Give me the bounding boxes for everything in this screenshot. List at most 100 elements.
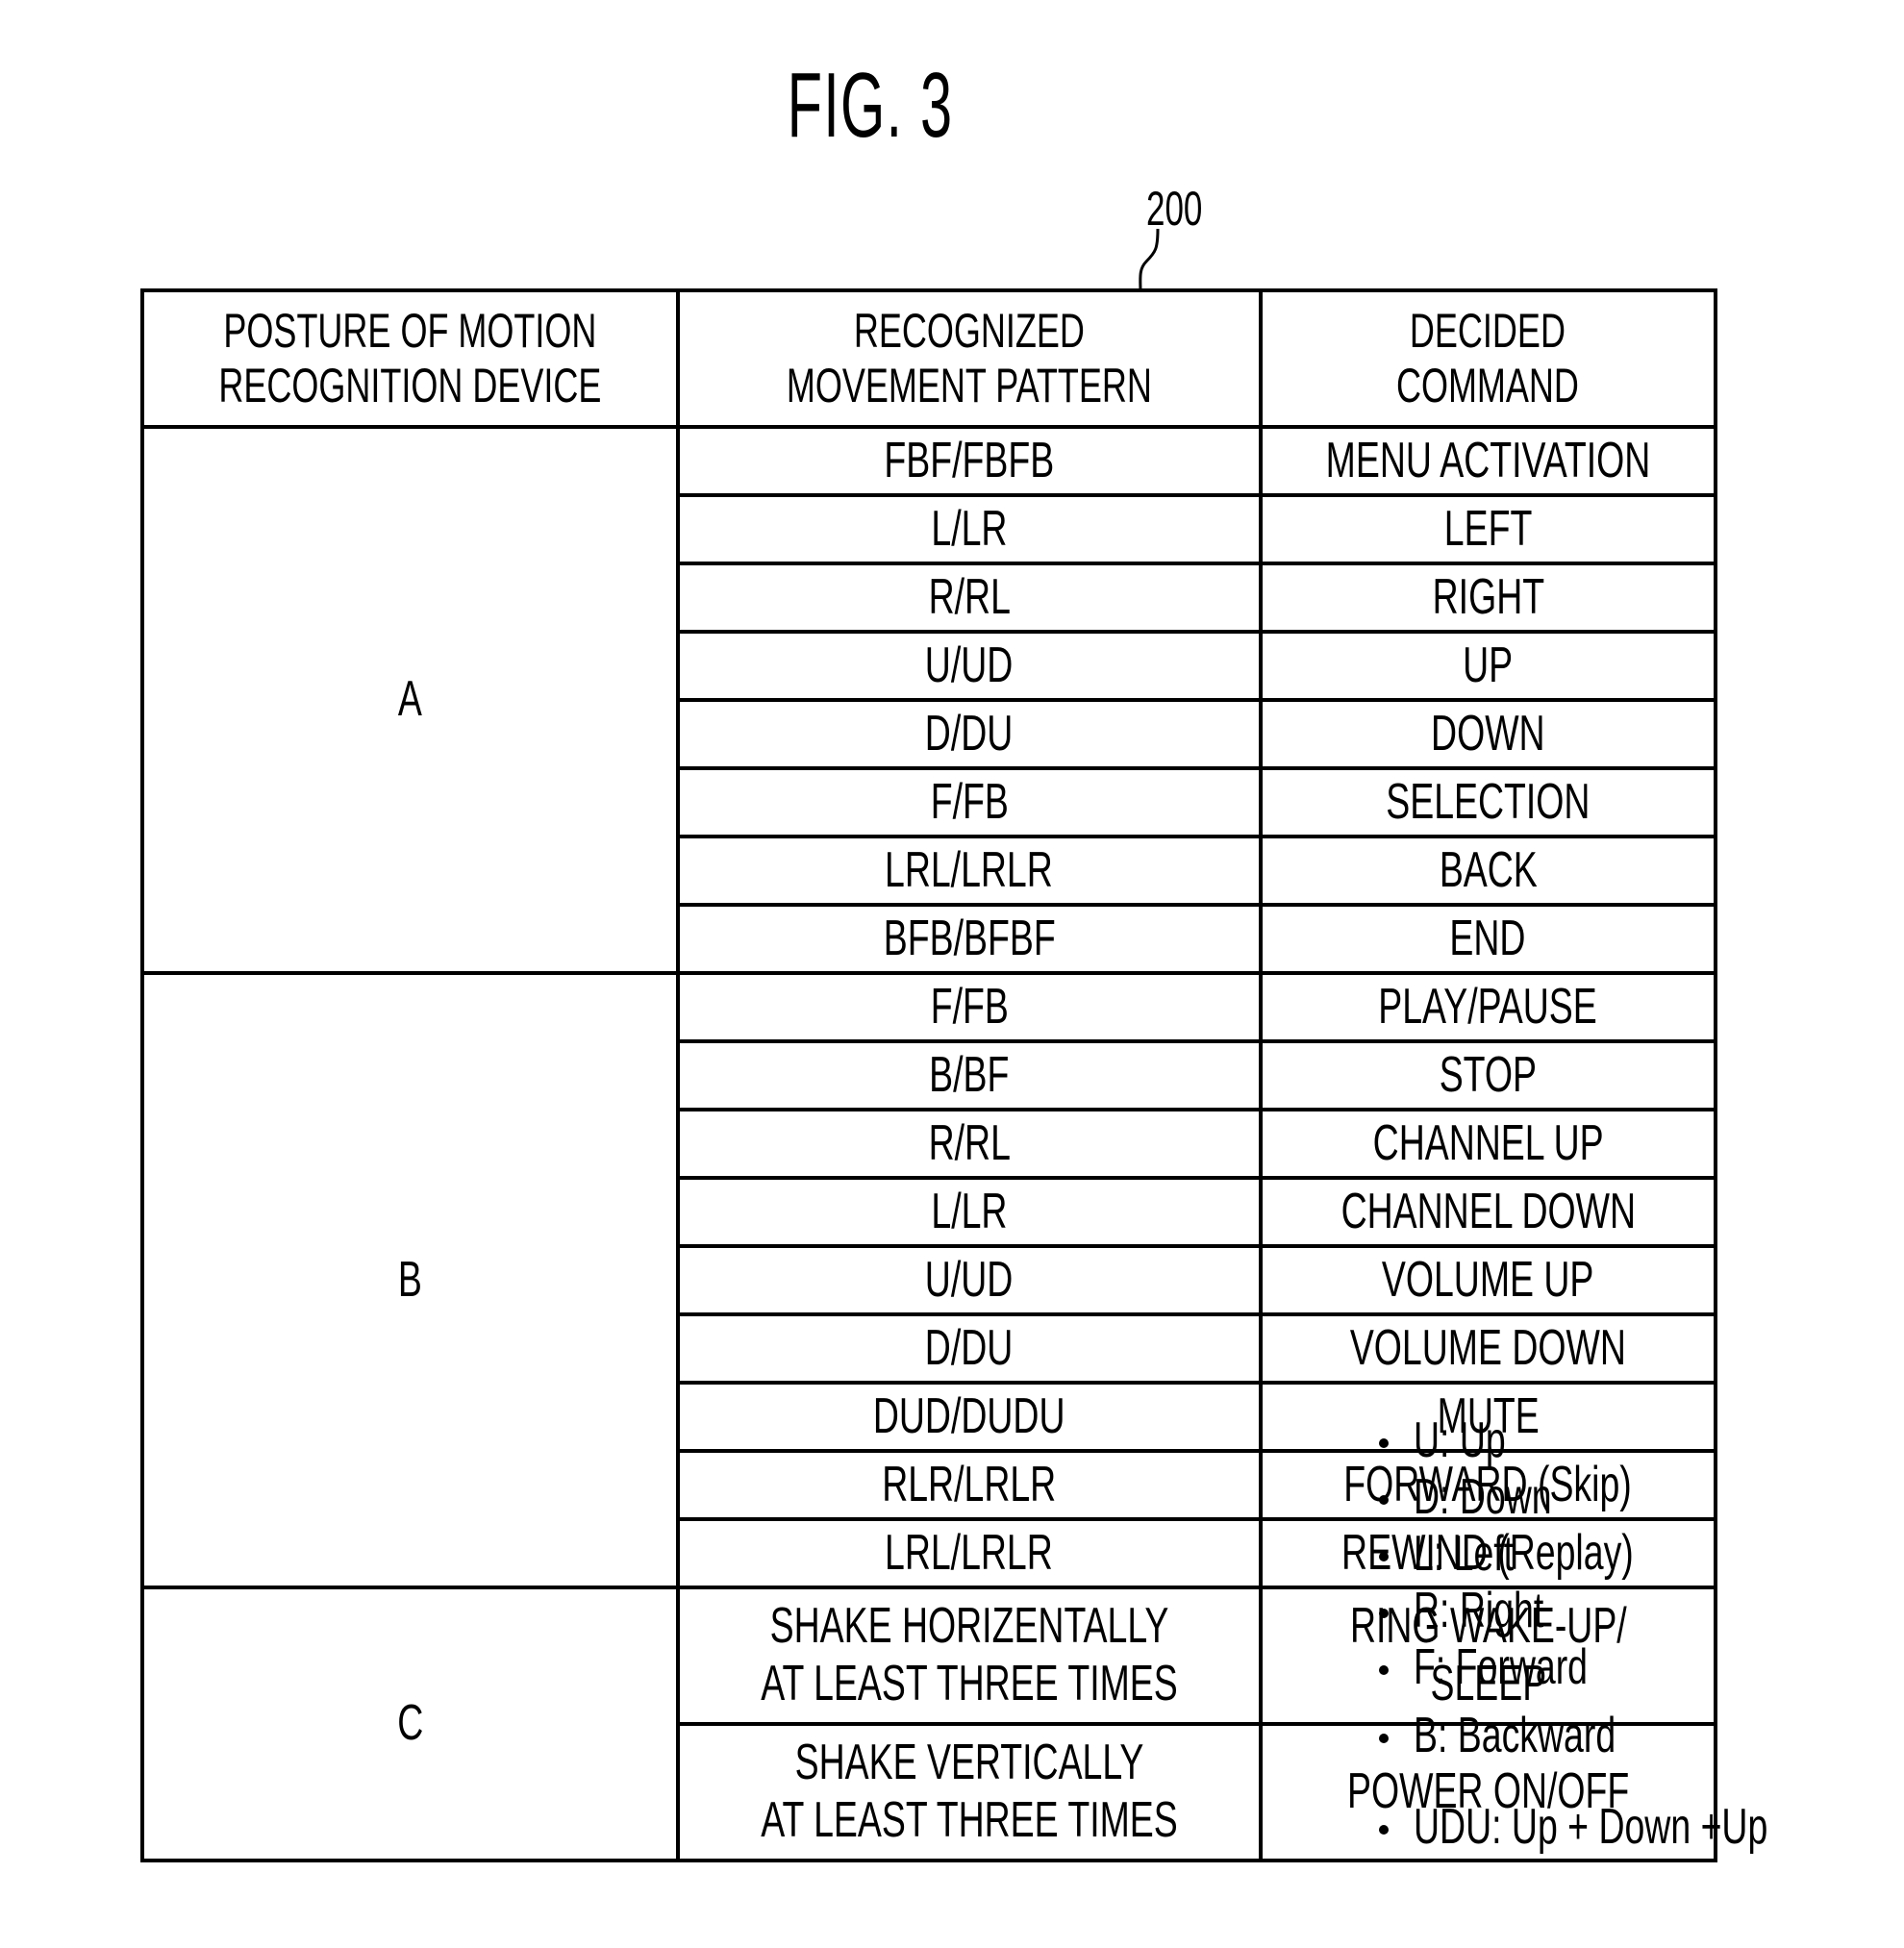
header-line: RECOGNIZED bbox=[853, 303, 1085, 358]
pattern-cell-text: LRL/LRLR bbox=[885, 1524, 1054, 1581]
pattern-cell: LRL/LRLR bbox=[675, 835, 1263, 907]
pattern-cell-text: SHAKE HORIZENTALLY bbox=[769, 1598, 1169, 1655]
pattern-cell: F/FB bbox=[675, 971, 1263, 1043]
posture-label: B bbox=[397, 1251, 422, 1308]
pattern-cell: FBF/FBFB bbox=[675, 425, 1263, 497]
command-cell-text: UP bbox=[1463, 637, 1514, 693]
bullet-icon bbox=[1379, 1734, 1389, 1743]
pattern-cell-text: L/LR bbox=[931, 1183, 1008, 1239]
legend-text: D: Down bbox=[1414, 1469, 1552, 1525]
header-pattern: RECOGNIZED MOVEMENT PATTERN bbox=[675, 288, 1263, 429]
posture-cell: C bbox=[140, 1586, 680, 1862]
pattern-cell-text: U/UD bbox=[925, 1251, 1014, 1308]
pattern-cell: F/FB bbox=[675, 766, 1263, 838]
command-cell: CHANNEL DOWN bbox=[1258, 1176, 1717, 1248]
pattern-cell-text: B/BF bbox=[929, 1046, 1010, 1103]
legend-text: B: Backward bbox=[1414, 1708, 1616, 1763]
legend-text: R: Right bbox=[1414, 1583, 1544, 1638]
pattern-cell-text: DUD/DUDU bbox=[873, 1387, 1065, 1444]
command-cell: CHANNEL UP bbox=[1258, 1108, 1717, 1180]
header-line: POSTURE OF MOTION bbox=[223, 303, 597, 358]
legend-text: UDU: Up + Down +Up bbox=[1414, 1799, 1768, 1855]
legend-text: U: Up bbox=[1414, 1412, 1506, 1468]
pattern-cell-text: SHAKE VERTICALLY bbox=[794, 1735, 1144, 1791]
pattern-cell: R/RL bbox=[675, 562, 1263, 634]
figure-title: FIG. 3 bbox=[787, 54, 954, 157]
command-cell: STOP bbox=[1258, 1039, 1717, 1111]
pattern-cell: D/DU bbox=[675, 698, 1263, 770]
posture-label: C bbox=[396, 1695, 423, 1752]
command-cell: MENU ACTIVATION bbox=[1258, 425, 1717, 497]
command-cell-text: DOWN bbox=[1431, 705, 1545, 762]
command-cell: BACK bbox=[1258, 835, 1717, 907]
command-cell-text: CHANNEL DOWN bbox=[1340, 1183, 1636, 1239]
pattern-cell: SHAKE HORIZENTALLY AT LEAST THREE TIMES bbox=[675, 1586, 1263, 1726]
bullet-icon bbox=[1379, 1609, 1389, 1618]
command-cell-text: LEFT bbox=[1443, 500, 1533, 557]
pattern-cell-text: AT LEAST THREE TIMES bbox=[761, 1792, 1178, 1848]
pattern-cell-text: BFB/BFBF bbox=[883, 910, 1056, 966]
header-line: MOVEMENT PATTERN bbox=[786, 359, 1152, 412]
header-posture: POSTURE OF MOTION RECOGNITION DEVICE bbox=[140, 288, 680, 429]
command-cell-text: CHANNEL UP bbox=[1372, 1114, 1604, 1171]
command-cell: SELECTION bbox=[1258, 766, 1717, 838]
pattern-cell-text: RLR/LRLR bbox=[882, 1456, 1057, 1512]
header-row: POSTURE OF MOTION RECOGNITION DEVICE RECO… bbox=[140, 288, 1717, 429]
command-cell-text: STOP bbox=[1439, 1046, 1538, 1103]
command-cell: PLAY/PAUSE bbox=[1258, 971, 1717, 1043]
posture-cell: A bbox=[140, 425, 680, 975]
bullet-icon bbox=[1379, 1665, 1389, 1675]
command-cell: LEFT bbox=[1258, 493, 1717, 565]
pattern-cell-text: D/DU bbox=[925, 705, 1014, 762]
pattern-cell-text: F/FB bbox=[930, 773, 1009, 830]
pattern-cell: B/BF bbox=[675, 1039, 1263, 1111]
pattern-cell-text: U/UD bbox=[925, 637, 1014, 693]
header-command: DECIDED COMMAND bbox=[1258, 288, 1717, 429]
pattern-cell-text: FBF/FBFB bbox=[884, 432, 1055, 488]
command-cell: DOWN bbox=[1258, 698, 1717, 770]
header-line: DECIDED bbox=[1410, 303, 1566, 358]
pattern-cell-text: R/RL bbox=[928, 568, 1011, 625]
pattern-cell: SHAKE VERTICALLY AT LEAST THREE TIMES bbox=[675, 1722, 1263, 1862]
legend-text: L: Left bbox=[1414, 1526, 1515, 1582]
command-cell: VOLUME DOWN bbox=[1258, 1312, 1717, 1385]
command-cell-text: PLAY/PAUSE bbox=[1378, 978, 1598, 1035]
command-cell: VOLUME UP bbox=[1258, 1244, 1717, 1316]
header-line: COMMAND bbox=[1396, 359, 1580, 412]
command-cell-text: RIGHT bbox=[1432, 568, 1544, 625]
bullet-icon bbox=[1379, 1825, 1389, 1835]
pattern-cell: U/UD bbox=[675, 630, 1263, 702]
pattern-cell-text: L/LR bbox=[931, 500, 1008, 557]
bullet-icon bbox=[1379, 1495, 1389, 1505]
bullet-icon bbox=[1379, 1552, 1389, 1561]
pattern-cell-text: AT LEAST THREE TIMES bbox=[761, 1656, 1178, 1711]
table-row: B F/FB PLAY/PAUSE bbox=[140, 971, 1717, 1589]
pattern-cell: BFB/BFBF bbox=[675, 903, 1263, 975]
command-cell: END bbox=[1258, 903, 1717, 975]
bullet-icon bbox=[1379, 1438, 1389, 1448]
pattern-cell: RLR/LRLR bbox=[675, 1449, 1263, 1521]
command-cell-text: SELECTION bbox=[1386, 773, 1591, 830]
pattern-cell-text: F/FB bbox=[930, 978, 1009, 1035]
header-line: RECOGNITION DEVICE bbox=[218, 359, 602, 412]
pattern-cell: L/LR bbox=[675, 493, 1263, 565]
pattern-cell: R/RL bbox=[675, 1108, 1263, 1180]
leader-line bbox=[1139, 229, 1160, 292]
command-cell-text: VOLUME UP bbox=[1382, 1251, 1594, 1308]
pattern-cell-text: LRL/LRLR bbox=[885, 841, 1054, 898]
command-cell: RIGHT bbox=[1258, 562, 1717, 634]
pattern-cell-text: D/DU bbox=[925, 1319, 1014, 1376]
command-cell-text: BACK bbox=[1439, 841, 1538, 898]
command-cell: UP bbox=[1258, 630, 1717, 702]
command-cell-text: END bbox=[1449, 910, 1526, 966]
pattern-cell: U/UD bbox=[675, 1244, 1263, 1316]
posture-cell: B bbox=[140, 971, 680, 1589]
pattern-cell: D/DU bbox=[675, 1312, 1263, 1385]
legend-text: F: Forward bbox=[1414, 1639, 1588, 1695]
command-cell-text: MENU ACTIVATION bbox=[1325, 432, 1651, 488]
pattern-cell: LRL/LRLR bbox=[675, 1517, 1263, 1589]
pattern-cell: DUD/DUDU bbox=[675, 1381, 1263, 1453]
pattern-cell-text: R/RL bbox=[928, 1114, 1011, 1171]
posture-label: A bbox=[397, 671, 422, 728]
pattern-cell: L/LR bbox=[675, 1176, 1263, 1248]
